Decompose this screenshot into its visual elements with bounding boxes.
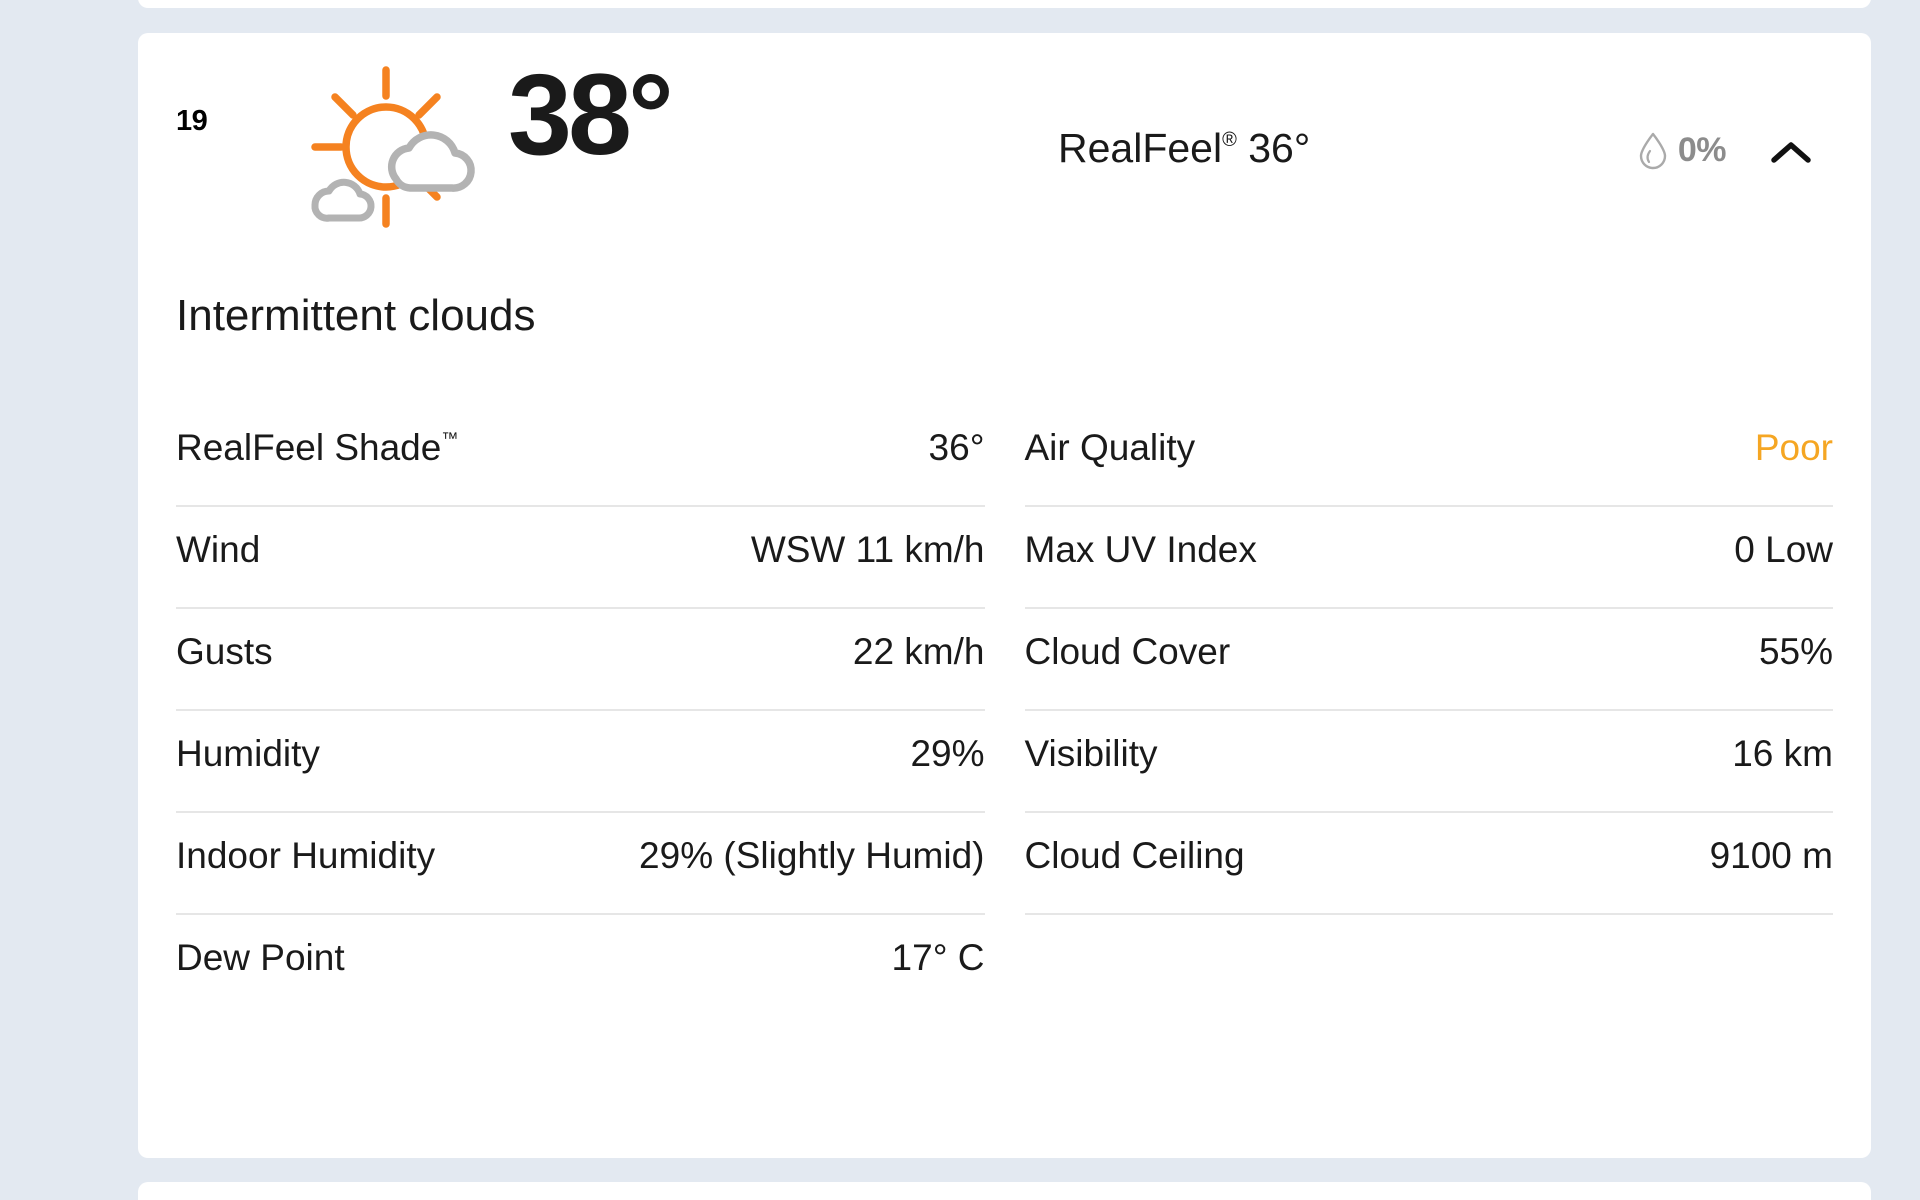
forecast-card-header[interactable]: 19 38° RealFeel® 36° 0%	[138, 33, 1871, 228]
detail-label: Gusts	[176, 631, 273, 672]
detail-value: 29% (Slightly Humid)	[639, 835, 985, 876]
weather-forecast-page: 19 38° RealFeel® 36° 0% Intermittent clo…	[0, 0, 1920, 1200]
detail-row-cloud-cover: Cloud Cover 55%	[1024, 609, 1833, 711]
detail-value: 16 km	[1732, 733, 1833, 774]
detail-value: 22 km/h	[852, 631, 985, 672]
detail-row-realfeel-shade: RealFeel Shade™ 36°	[176, 405, 985, 507]
precipitation-percent: 0%	[1677, 131, 1727, 169]
detail-row-humidity: Humidity 29%	[176, 711, 985, 813]
weather-phrase: Intermittent clouds	[176, 291, 536, 340]
detail-label: Humidity	[176, 733, 320, 774]
expanded-daily-forecast-card: 19 38° RealFeel® 36° 0% Intermittent clo…	[138, 33, 1871, 1158]
detail-value: 55%	[1758, 631, 1833, 672]
detail-value: 17° C	[891, 937, 985, 978]
detail-row-max-uv-index: Max UV Index 0 Low	[1024, 507, 1833, 609]
water-droplet-icon	[1638, 132, 1668, 170]
detail-row-indoor-humidity: Indoor Humidity 29% (Slightly Humid)	[176, 813, 985, 915]
details-right-column: Air Quality Poor Max UV Index 0 Low Clou…	[1024, 405, 1833, 1017]
chevron-up-icon[interactable]	[1769, 139, 1813, 167]
detail-label: Cloud Ceiling	[1024, 835, 1245, 876]
previous-day-card-fragment[interactable]	[138, 0, 1871, 8]
detail-row-dew-point: Dew Point 17° C	[176, 915, 985, 1017]
registered-trademark-symbol: ®	[1222, 129, 1237, 151]
detail-row-gusts: Gusts 22 km/h	[176, 609, 985, 711]
detail-label: Visibility	[1024, 733, 1158, 774]
day-of-month: 19	[176, 105, 208, 137]
realfeel-label: RealFeel	[1058, 125, 1223, 171]
next-day-card-fragment[interactable]	[138, 1182, 1871, 1200]
precipitation-probability: 0%	[1638, 131, 1727, 170]
detail-label: Air Quality	[1024, 427, 1196, 468]
detail-value: 0 Low	[1734, 529, 1833, 570]
realfeel-temperature: RealFeel® 36°	[1058, 125, 1310, 172]
detail-row-air-quality: Air Quality Poor	[1024, 405, 1833, 507]
air-quality-status-badge: Poor	[1754, 427, 1833, 468]
detail-label: Indoor Humidity	[176, 835, 436, 876]
high-temperature: 38°	[508, 51, 674, 179]
detail-label: Cloud Cover	[1024, 631, 1231, 672]
detail-label: RealFeel Shade™	[176, 427, 459, 468]
detail-value: 36°	[928, 427, 985, 468]
details-left-column: RealFeel Shade™ 36° Wind WSW 11 km/h Gus…	[176, 405, 985, 1017]
detail-value: 9100 m	[1709, 835, 1833, 876]
detail-value: WSW 11 km/h	[750, 529, 985, 570]
sun-behind-clouds-icon	[295, 64, 480, 229]
detail-row-visibility: Visibility 16 km	[1024, 711, 1833, 813]
forecast-details-grid: RealFeel Shade™ 36° Wind WSW 11 km/h Gus…	[138, 405, 1871, 1017]
detail-label: Max UV Index	[1024, 529, 1257, 570]
trademark-symbol: ™	[441, 429, 459, 448]
detail-row-cloud-ceiling: Cloud Ceiling 9100 m	[1024, 813, 1833, 915]
detail-row-wind: Wind WSW 11 km/h	[176, 507, 985, 609]
realfeel-value: 36°	[1248, 125, 1311, 171]
detail-value: 29%	[910, 733, 985, 774]
detail-label: Wind	[176, 529, 261, 570]
detail-label: Dew Point	[176, 937, 345, 978]
